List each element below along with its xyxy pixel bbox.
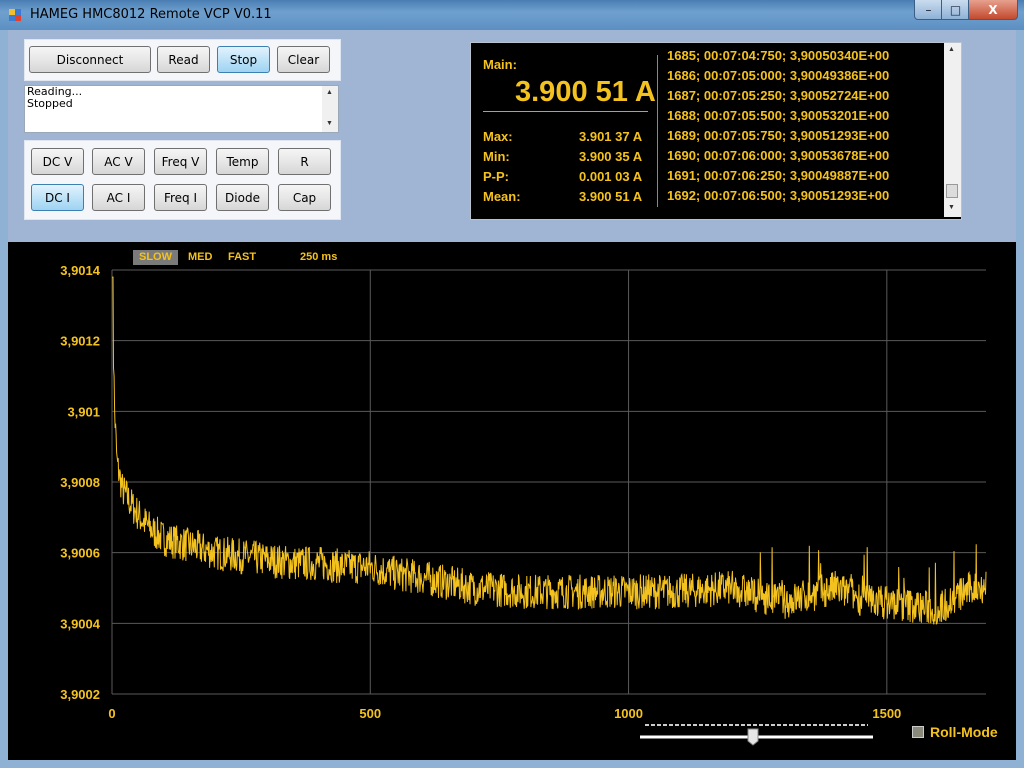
mode-ac-i-button[interactable]: AC I [92, 184, 145, 211]
read-button[interactable]: Read [157, 46, 210, 73]
scroll-thumb[interactable] [946, 184, 958, 198]
pp-label: P-P: [483, 169, 509, 184]
log-row: 1690; 00:07:06:000; 3,90053678E+00 [667, 148, 890, 163]
slider-thumb[interactable] [747, 728, 759, 746]
window-frame-bottom [0, 760, 1024, 768]
max-value: 3.901 37 A [579, 129, 643, 144]
log-scrollbar[interactable]: ▲ ▼ [944, 43, 961, 217]
min-value: 3.900 35 A [579, 149, 643, 164]
scroll-down-icon[interactable]: ▼ [326, 120, 333, 127]
checkbox-icon[interactable] [912, 725, 924, 738]
scroll-up-icon[interactable]: ▲ [948, 46, 955, 53]
status-line: Stopped [27, 97, 73, 110]
log-row: 1688; 00:07:05:500; 3,90053201E+00 [667, 108, 890, 123]
pp-value: 0.001 03 A [579, 169, 643, 184]
mode-r-button[interactable]: R [278, 148, 331, 175]
y-tick-label: 3,9014 [60, 263, 101, 278]
mode-freq-i-button[interactable]: Freq I [154, 184, 207, 211]
mean-label: Mean: [483, 189, 521, 204]
y-tick-label: 3,901 [67, 404, 100, 419]
log-row: 1692; 00:07:06:500; 3,90051293E+00 [667, 188, 890, 203]
mode-temp-button[interactable]: Temp [216, 148, 269, 175]
y-tick-label: 3,9002 [60, 687, 100, 702]
minimize-button[interactable]: – [914, 0, 943, 20]
divider [483, 111, 648, 112]
scroll-up-icon[interactable]: ▲ [326, 89, 333, 96]
mode-diode-button[interactable]: Diode [216, 184, 269, 211]
x-tick-label: 500 [359, 706, 381, 721]
readout-panel: Main: 3.900 51 A Max: 3.901 37 A Min: 3.… [470, 42, 962, 220]
main-value: 3.900 51 A [515, 76, 656, 108]
main-label: Main: [483, 57, 517, 72]
log-row: 1689; 00:07:05:750; 3,90051293E+00 [667, 128, 890, 143]
stop-button[interactable]: Stop [217, 46, 270, 73]
window-title: HAMEG HMC8012 Remote VCP V0.11 [30, 7, 272, 22]
log-row: 1687; 00:07:05:250; 3,90052724E+00 [667, 88, 890, 103]
close-button[interactable]: X [968, 0, 1018, 20]
log-row: 1686; 00:07:05:000; 3,90049386E+00 [667, 68, 890, 83]
window-frame-right [1016, 30, 1024, 768]
mode-ac-v-button[interactable]: AC V [92, 148, 145, 175]
disconnect-button[interactable]: Disconnect [29, 46, 151, 73]
roll-mode-label: Roll-Mode [930, 723, 998, 740]
status-textbox[interactable]: Reading... Stopped ▲ ▼ [24, 85, 339, 133]
log-row: 1691; 00:07:06:250; 3,90049887E+00 [667, 168, 890, 183]
y-tick-label: 3,9006 [60, 546, 100, 561]
mode-dc-i-button[interactable]: DC I [31, 184, 84, 211]
y-tick-label: 3,9004 [60, 616, 101, 631]
x-tick-label: 1500 [872, 706, 901, 721]
log-row: 1685; 00:07:04:750; 3,90050340E+00 [667, 48, 890, 63]
y-tick-label: 3,9012 [60, 334, 100, 349]
mode-cap-button[interactable]: Cap [278, 184, 331, 211]
divider [657, 55, 658, 207]
clear-button[interactable]: Clear [277, 46, 330, 73]
scroll-down-icon[interactable]: ▼ [948, 204, 955, 211]
title-bar[interactable]: HAMEG HMC8012 Remote VCP V0.11 – □ X [0, 0, 1024, 30]
x-tick-label: 0 [108, 706, 115, 721]
zoom-slider[interactable] [640, 720, 875, 746]
min-label: Min: [483, 149, 510, 164]
maximize-button[interactable]: □ [941, 0, 970, 20]
mode-dc-v-button[interactable]: DC V [31, 148, 84, 175]
x-tick-label: 1000 [614, 706, 643, 721]
log-list[interactable]: 1685; 00:07:04:750; 3,90050340E+00 1686;… [667, 46, 889, 206]
app-icon [9, 9, 21, 21]
data-trace [112, 276, 987, 625]
roll-mode-checkbox[interactable]: Roll-Mode [912, 723, 998, 741]
measurement-chart[interactable]: 3,9002 3,9004 3,9006 3,9008 3,901 3,9012 3,901… [0, 242, 1016, 742]
status-scrollbar[interactable]: ▲ ▼ [322, 86, 338, 132]
mean-value: 3.900 51 A [579, 189, 643, 204]
y-tick-label: 3,9008 [60, 475, 100, 490]
max-label: Max: [483, 129, 513, 144]
mode-freq-v-button[interactable]: Freq V [154, 148, 207, 175]
